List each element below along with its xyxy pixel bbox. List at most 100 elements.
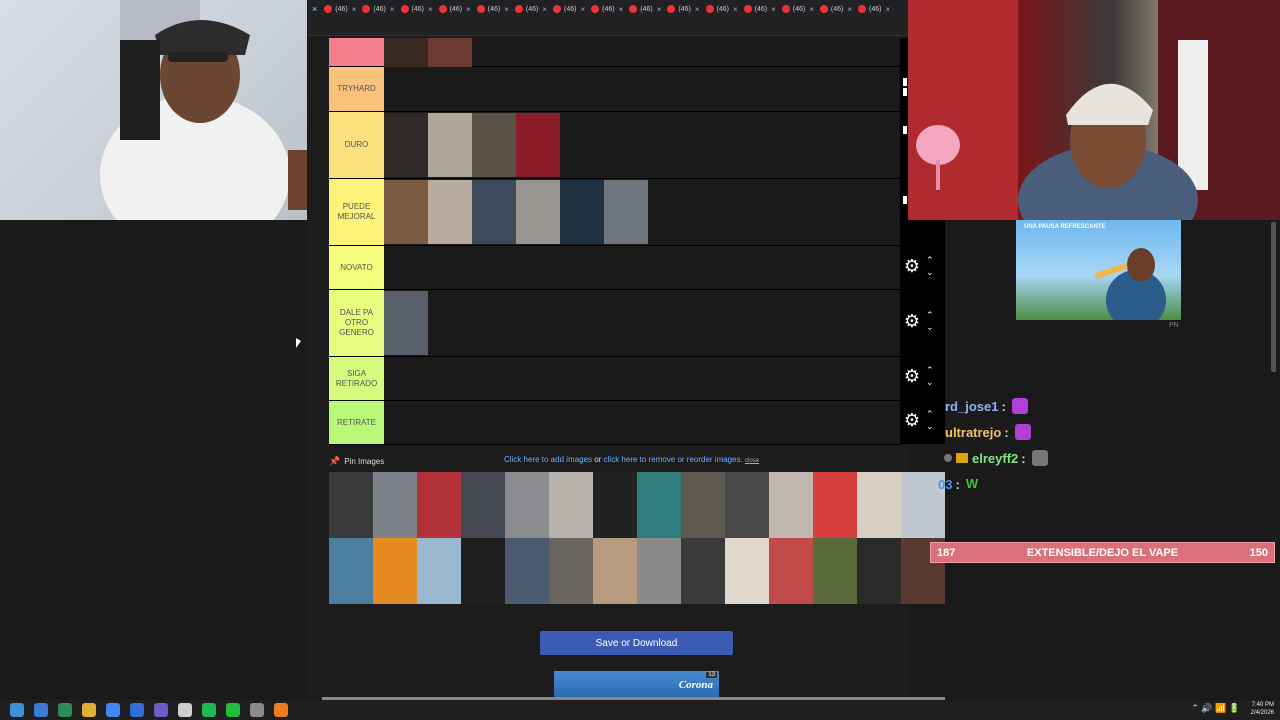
browser-tab[interactable]: (46) × [855,0,893,18]
tier-image[interactable] [428,37,472,67]
tier-items[interactable] [384,357,901,400]
taskbar-app-icon[interactable] [226,703,240,717]
pool-image[interactable] [329,538,373,604]
reorder-images-link[interactable]: click here to remove or reorder images. [604,455,743,464]
tier-image[interactable] [472,113,516,177]
pool-image[interactable] [637,538,681,604]
pool-image[interactable] [813,538,857,604]
pool-image[interactable] [637,472,681,538]
tab-close-icon[interactable]: × [504,5,509,14]
tab-close-icon[interactable]: × [466,5,471,14]
tier-image[interactable] [384,37,428,67]
move-up-icon[interactable]: ⌃ [926,364,934,376]
browser-tab[interactable]: (46) × [588,0,626,18]
taskbar-app-icon[interactable] [202,703,216,717]
browser-tab[interactable]: (46) × [817,0,855,18]
pool-image[interactable] [505,538,549,604]
browser-tab[interactable]: (46) × [703,0,741,18]
clock[interactable]: 7:40 PM 2/4/2026 [1251,701,1274,717]
save-or-download-button[interactable]: Save or Download [540,631,733,655]
move-up-icon[interactable]: ⌃ [926,408,934,420]
close-link[interactable]: close [745,458,759,464]
pool-image[interactable] [725,472,769,538]
move-up-icon[interactable]: ⌃ [926,309,934,321]
pool-image[interactable] [857,538,901,604]
start-icon[interactable] [10,703,24,717]
tier-image[interactable] [384,180,428,244]
taskbar-app-icon[interactable] [82,703,96,717]
tier-items[interactable] [384,290,901,356]
taskbar-app-icon[interactable] [58,703,72,717]
tier-image[interactable] [428,113,472,177]
add-images-link[interactable]: Click here to add images [504,455,592,464]
taskbar-app-icon[interactable] [250,703,264,717]
tier-image[interactable] [516,180,560,244]
pool-image[interactable] [549,538,593,604]
browser-tab[interactable]: (46) × [550,0,588,18]
tab-close-icon[interactable]: × [308,4,321,14]
browser-tab[interactable]: (46) × [512,0,550,18]
tier-image[interactable] [516,113,560,177]
tab-close-icon[interactable]: × [809,5,814,14]
tab-close-icon[interactable]: × [619,5,624,14]
gear-icon[interactable]: ⚙ [902,312,922,330]
pool-image[interactable] [373,472,417,538]
browser-tab[interactable]: (46) × [321,0,359,18]
gear-icon[interactable]: ⚙ [902,257,922,275]
tab-close-icon[interactable]: × [885,5,890,14]
pool-image[interactable] [461,472,505,538]
browser-tab[interactable]: (46) × [474,0,512,18]
chat-username[interactable]: 03 [938,477,952,492]
pool-image[interactable] [725,538,769,604]
pool-image[interactable] [593,538,637,604]
taskbar-app-icon[interactable] [154,703,168,717]
tier-image[interactable] [560,180,604,244]
tab-close-icon[interactable]: × [352,5,357,14]
pool-image[interactable] [373,538,417,604]
tier-label[interactable]: DALE PA OTRO GENERO [329,290,384,356]
pool-image[interactable] [681,472,725,538]
chat-username[interactable]: elreyff2 [972,451,1018,466]
browser-tab[interactable]: (46) × [664,0,702,18]
tier-image[interactable] [384,291,428,355]
chat-username[interactable]: ultratrejo [945,425,1001,440]
taskbar-app-icon[interactable] [178,703,192,717]
move-down-icon[interactable]: ⌄ [926,266,934,278]
browser-tab[interactable]: (46) × [398,0,436,18]
pool-image[interactable] [593,472,637,538]
pool-image[interactable] [417,538,461,604]
move-down-icon[interactable]: ⌄ [926,420,934,432]
tier-label[interactable]: TRYHARD [329,67,384,111]
pool-image[interactable] [769,472,813,538]
tier-label[interactable] [329,38,384,66]
tab-close-icon[interactable]: × [428,5,433,14]
pool-image[interactable] [549,472,593,538]
browser-tab[interactable]: (46) × [359,0,397,18]
pin-images-label[interactable]: Pin Images [344,457,384,466]
browser-tab[interactable]: (46) × [779,0,817,18]
taskbar-app-icon[interactable] [130,703,144,717]
gear-icon[interactable]: ⚙ [902,367,922,385]
tier-items[interactable] [384,179,901,245]
move-down-icon[interactable]: ⌄ [926,376,934,388]
pool-image[interactable] [857,472,901,538]
pool-image[interactable] [769,538,813,604]
tab-close-icon[interactable]: × [390,5,395,14]
pool-image[interactable] [461,538,505,604]
tab-close-icon[interactable]: × [733,5,738,14]
pool-image[interactable] [417,472,461,538]
tier-items[interactable] [384,401,901,444]
browser-tab[interactable]: (46) × [626,0,664,18]
tier-items[interactable] [384,67,901,111]
move-up-icon[interactable]: ⌃ [926,254,934,266]
tab-close-icon[interactable]: × [847,5,852,14]
tab-close-icon[interactable]: × [542,5,547,14]
chat-scrollbar[interactable] [1271,222,1276,372]
tab-close-icon[interactable]: × [695,5,700,14]
tier-label[interactable]: SIGA RETIRADO [329,357,384,400]
tier-label[interactable]: NOVATO [329,246,384,289]
taskbar-app-icon[interactable] [274,703,288,717]
tier-image[interactable] [384,113,428,177]
pool-image[interactable] [681,538,725,604]
tier-label[interactable]: PUEDE MEJORAL [329,179,384,245]
